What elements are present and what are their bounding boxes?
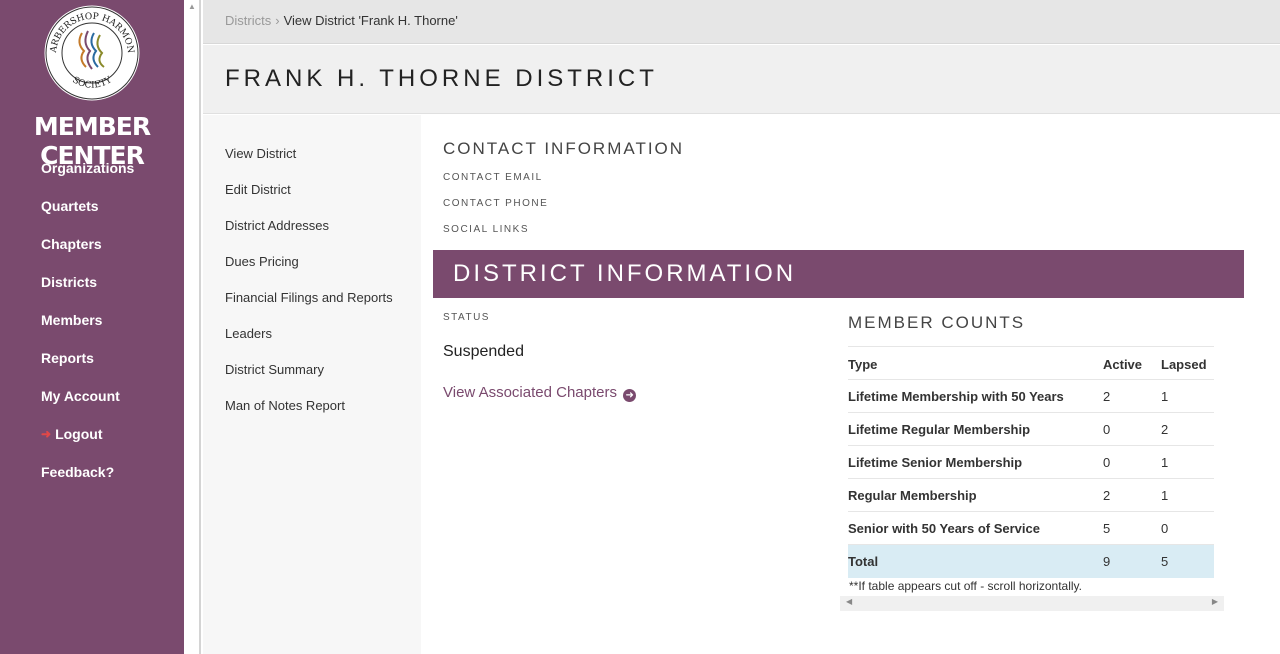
breadcrumb: Districts › View District 'Frank H. Thorne… — [203, 0, 1280, 44]
scroll-up-arrow-icon[interactable]: ▲ — [188, 2, 196, 11]
sign-out-icon: ➜ — [41, 427, 52, 441]
contact-information-title: CONTACT INFORMATION — [443, 139, 685, 158]
subnav-leaders[interactable]: Leaders — [225, 326, 393, 362]
table-row: Senior with 50 Years of Service 5 0 — [848, 511, 1214, 545]
nav-label: Organizations — [41, 160, 135, 176]
lapsed-cell: 1 — [1161, 379, 1214, 413]
social-links-label: SOCIAL LINKS — [443, 224, 529, 235]
nav-label: Members — [41, 312, 103, 328]
nav-label: My Account — [41, 388, 120, 404]
status-label: STATUS — [443, 312, 490, 323]
main-content: CONTACT INFORMATION CONTACT EMAIL CONTAC… — [421, 115, 1280, 654]
total-active-cell: 9 — [1103, 544, 1161, 578]
nav-label: Chapters — [41, 236, 102, 252]
subnav-dues-pricing[interactable]: Dues Pricing — [225, 254, 393, 290]
contact-phone-label: CONTACT PHONE — [443, 198, 549, 209]
type-cell: Lifetime Membership with 50 Years — [848, 379, 1103, 413]
breadcrumb-separator: › — [275, 13, 280, 28]
table-row: Regular Membership 2 1 — [848, 478, 1214, 512]
subnav-financial-filings[interactable]: Financial Filings and Reports — [225, 290, 393, 326]
total-lapsed-cell: 5 — [1161, 544, 1214, 578]
link-label: View Associated Chapters — [443, 384, 617, 401]
column-header-lapsed: Lapsed — [1161, 346, 1214, 380]
sidebar: BARBERSHOP HARMONY SOCIETY MEMBER CENTER… — [0, 0, 184, 654]
nav-item-reports[interactable]: Reports — [41, 348, 134, 386]
barbershop-harmony-society-logo[interactable]: BARBERSHOP HARMONY SOCIETY — [42, 3, 142, 103]
member-counts-title: MEMBER COUNTS — [848, 313, 1026, 332]
subnav-man-of-notes-report[interactable]: Man of Notes Report — [225, 398, 393, 434]
nav-label: Feedback? — [41, 464, 115, 480]
contact-email-label: CONTACT EMAIL — [443, 172, 543, 183]
table-row: Lifetime Regular Membership 0 2 — [848, 412, 1214, 446]
nav-label: Logout — [55, 426, 103, 442]
subnav-district-summary[interactable]: District Summary — [225, 362, 393, 398]
type-cell: Lifetime Senior Membership — [848, 445, 1103, 479]
table-scroll-note: **If table appears cut off - scroll hori… — [849, 579, 1083, 593]
subnav-district-addresses[interactable]: District Addresses — [225, 218, 393, 254]
active-cell: 2 — [1103, 478, 1161, 512]
table-row: Lifetime Senior Membership 0 1 — [848, 445, 1214, 479]
breadcrumb-districts-link[interactable]: Districts — [225, 13, 271, 28]
nav-label: Quartets — [41, 198, 99, 214]
table-header-row: Type Active Lapsed — [848, 346, 1214, 380]
status-value: Suspended — [443, 343, 524, 360]
nav-item-logout[interactable]: ➜ Logout — [41, 424, 134, 462]
main-nav: Organizations Quartets Chapters District… — [41, 158, 134, 500]
nav-item-districts[interactable]: Districts — [41, 272, 134, 310]
page-title: FRANK H. THORNE DISTRICT — [225, 65, 658, 92]
page-header: FRANK H. THORNE DISTRICT — [203, 45, 1280, 114]
type-cell: Lifetime Regular Membership — [848, 412, 1103, 446]
table-horizontal-scrollbar[interactable]: ◀ ▶ — [840, 596, 1224, 611]
nav-label: Districts — [41, 274, 98, 290]
breadcrumb-current: View District 'Frank H. Thorne' — [283, 13, 458, 28]
lapsed-cell: 1 — [1161, 445, 1214, 479]
lapsed-cell: 0 — [1161, 511, 1214, 545]
scroll-left-arrow-icon[interactable]: ◀ — [846, 597, 852, 606]
total-row: Total 9 5 — [848, 544, 1214, 578]
nav-item-quartets[interactable]: Quartets — [41, 196, 134, 234]
total-label-cell: Total — [848, 544, 1103, 578]
column-header-active: Active — [1103, 346, 1161, 380]
active-cell: 2 — [1103, 379, 1161, 413]
sidebar-scrollbar[interactable]: ▲ — [184, 0, 201, 654]
arrow-circle-right-icon: ➜ — [623, 389, 637, 402]
active-cell: 5 — [1103, 511, 1161, 545]
table-row: Lifetime Membership with 50 Years 2 1 — [848, 379, 1214, 413]
nav-label: Reports — [41, 350, 94, 366]
nav-item-my-account[interactable]: My Account — [41, 386, 134, 424]
district-information-banner: DISTRICT INFORMATION — [433, 250, 1244, 298]
scroll-right-arrow-icon[interactable]: ▶ — [1212, 597, 1218, 606]
nav-item-members[interactable]: Members — [41, 310, 134, 348]
column-header-type: Type — [848, 346, 1103, 380]
lapsed-cell: 1 — [1161, 478, 1214, 512]
subnav-edit-district[interactable]: Edit District — [225, 182, 393, 218]
nav-item-chapters[interactable]: Chapters — [41, 234, 134, 272]
view-associated-chapters-link[interactable]: View Associated Chapters ➜ — [443, 384, 637, 402]
subnav-view-district[interactable]: View District — [225, 146, 393, 182]
type-cell: Senior with 50 Years of Service — [848, 511, 1103, 545]
member-counts-table: Type Active Lapsed Lifetime Membership w… — [848, 346, 1214, 578]
active-cell: 0 — [1103, 445, 1161, 479]
nav-item-organizations[interactable]: Organizations — [41, 158, 134, 196]
nav-item-feedback[interactable]: Feedback? — [41, 462, 134, 500]
district-subnav: View District Edit District District Add… — [203, 115, 421, 654]
lapsed-cell: 2 — [1161, 412, 1214, 446]
active-cell: 0 — [1103, 412, 1161, 446]
type-cell: Regular Membership — [848, 478, 1103, 512]
